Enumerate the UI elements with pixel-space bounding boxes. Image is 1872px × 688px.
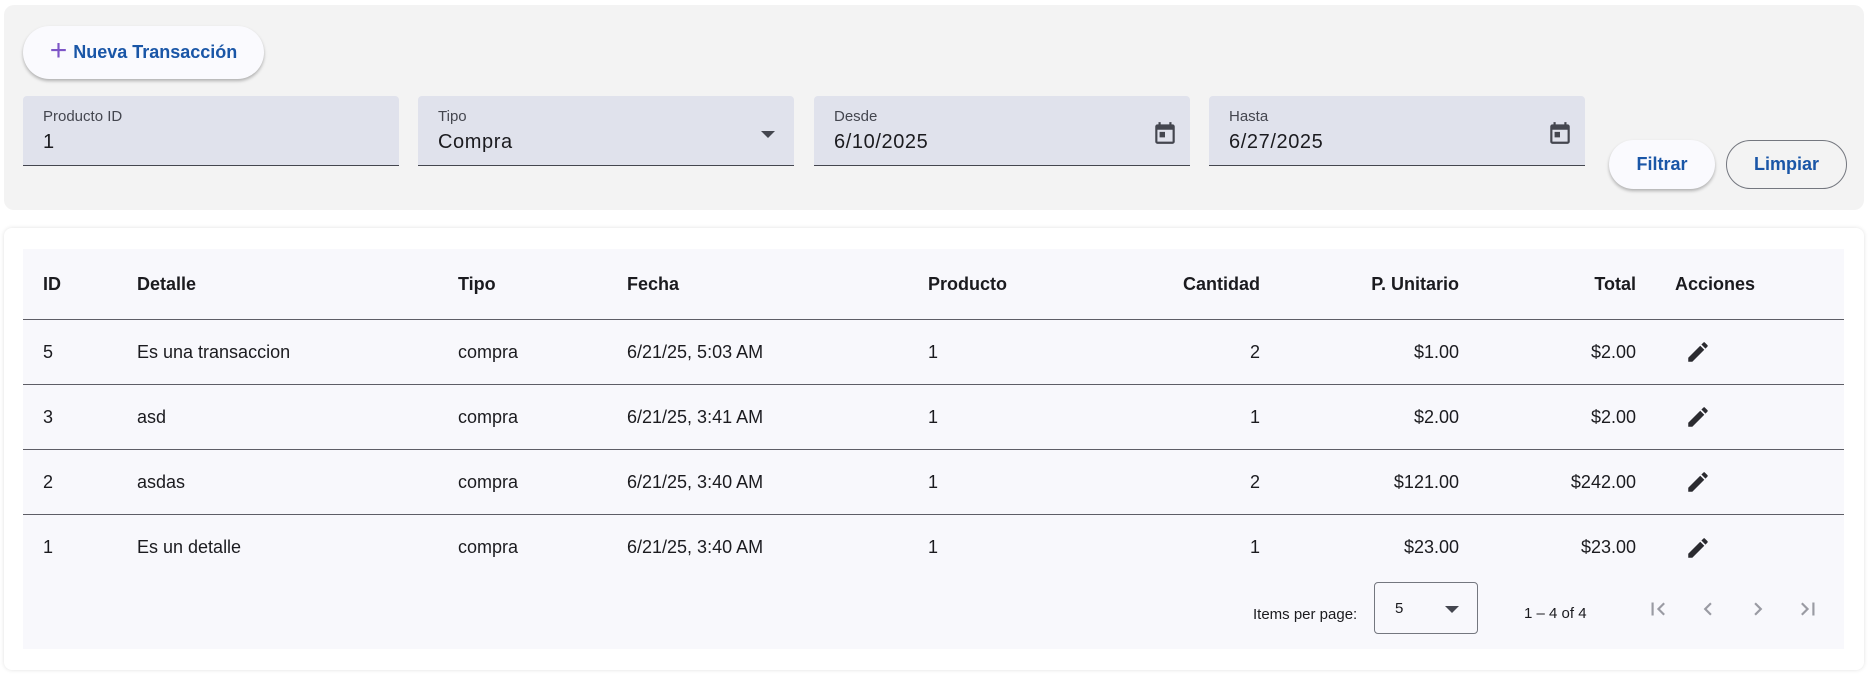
dropdown-arrow-icon — [761, 131, 775, 138]
header-fecha[interactable]: Fecha — [627, 249, 679, 319]
table-row: 1 Es un detalle compra 6/21/25, 3:40 AM … — [23, 515, 1844, 580]
cell-tipo: compra — [458, 406, 519, 427]
table-row: 2 asdas compra 6/21/25, 3:40 AM 1 2 $121… — [23, 450, 1844, 515]
calendar-icon[interactable] — [1547, 120, 1573, 146]
header-tipo[interactable]: Tipo — [458, 249, 496, 319]
producto-id-value: 1 — [43, 131, 55, 153]
header-unitario[interactable]: P. Unitario — [1303, 249, 1459, 319]
transactions-table: ID Detalle Tipo Fecha Producto Cantidad … — [23, 249, 1844, 649]
cell-fecha: 6/21/25, 5:03 AM — [627, 341, 764, 362]
page-range-label: 1 – 4 of 4 — [1524, 605, 1587, 622]
cell-total: $2.00 — [1590, 406, 1636, 427]
last-page-icon — [1801, 602, 1815, 616]
cell-unitario: $1.00 — [1413, 341, 1459, 362]
paginator: Items per page: 5 1 – 4 of 4 — [23, 582, 1844, 649]
cell-fecha: 6/21/25, 3:41 AM — [627, 406, 764, 427]
header-producto[interactable]: Producto — [928, 249, 1007, 319]
page-size-select[interactable]: 5 — [1374, 582, 1478, 634]
cell-unitario: $23.00 — [1403, 537, 1459, 557]
cell-unitario: $121.00 — [1393, 471, 1459, 492]
cell-id: 2 — [43, 471, 54, 492]
cell-acciones — [1683, 450, 1713, 514]
previous-page-button[interactable] — [1694, 595, 1722, 623]
chevron-right-icon — [1754, 602, 1763, 616]
pencil-icon — [1688, 537, 1708, 558]
cell-detalle: asdas — [137, 471, 186, 492]
filter-panel: + Nueva Transacción Producto ID 1 Tipo C… — [4, 5, 1864, 210]
cell-total: $23.00 — [1580, 537, 1636, 557]
cell-detalle: Es un detalle — [137, 537, 242, 557]
first-page-button[interactable] — [1644, 595, 1672, 623]
cell-producto: 1 — [928, 471, 939, 492]
header-cantidad[interactable]: Cantidad — [1123, 249, 1260, 319]
cell-total: $2.00 — [1590, 341, 1636, 362]
cell-tipo: compra — [458, 471, 519, 492]
hasta-label: Hasta — [1229, 108, 1269, 125]
page-size-value: 5 — [1395, 600, 1404, 617]
edit-button[interactable] — [1683, 337, 1713, 367]
new-transaction-button[interactable]: + Nueva Transacción — [23, 26, 264, 79]
cell-cantidad: 1 — [1249, 537, 1260, 557]
header-total[interactable]: Total — [1503, 249, 1636, 319]
cell-cantidad: 2 — [1249, 471, 1260, 492]
table-row: 3 asd compra 6/21/25, 3:41 AM 1 1 $2.00 … — [23, 385, 1844, 450]
desde-date-field[interactable]: Desde 6/10/2025 — [814, 96, 1190, 166]
cell-producto: 1 — [928, 341, 939, 362]
filtrar-button[interactable]: Filtrar — [1609, 140, 1715, 189]
desde-value: 6/10/2025 — [834, 131, 929, 153]
pencil-icon — [1688, 342, 1708, 362]
first-page-icon — [1651, 602, 1665, 616]
cell-producto: 1 — [928, 406, 939, 427]
pencil-icon — [1688, 472, 1708, 492]
desde-label: Desde — [834, 108, 878, 125]
table-row: 5 Es una transaccion compra 6/21/25, 5:0… — [23, 320, 1844, 385]
tipo-value: Compra — [438, 131, 513, 153]
limpiar-button[interactable]: Limpiar — [1726, 140, 1847, 189]
cell-id: 3 — [43, 406, 54, 427]
cell-cantidad: 2 — [1249, 341, 1260, 362]
cell-fecha: 6/21/25, 3:40 AM — [627, 471, 764, 492]
calendar-icon[interactable] — [1152, 120, 1178, 146]
last-page-button[interactable] — [1794, 595, 1822, 623]
cell-acciones — [1683, 515, 1713, 580]
cell-tipo: compra — [458, 341, 519, 362]
pencil-icon — [1688, 407, 1708, 427]
cell-acciones — [1683, 385, 1713, 449]
edit-button[interactable] — [1683, 533, 1713, 563]
cell-tipo: compra — [458, 537, 519, 557]
next-page-button[interactable] — [1744, 595, 1772, 623]
new-transaction-label: Nueva Transacción — [73, 42, 238, 62]
items-per-page-label: Items per page: — [1253, 606, 1358, 623]
cell-detalle: asd — [137, 406, 167, 427]
header-acciones: Acciones — [1675, 273, 1756, 294]
tipo-label: Tipo — [438, 108, 467, 125]
cell-id: 1 — [43, 537, 54, 557]
tipo-select[interactable]: Tipo Compra — [418, 96, 794, 166]
cell-detalle: Es una transaccion — [137, 341, 291, 362]
edit-button[interactable] — [1683, 402, 1713, 432]
cell-total: $242.00 — [1570, 471, 1636, 492]
cell-cantidad: 1 — [1249, 406, 1260, 427]
edit-button[interactable] — [1683, 467, 1713, 497]
cell-acciones — [1683, 320, 1713, 384]
header-id[interactable]: ID — [43, 249, 61, 319]
cell-id: 5 — [43, 341, 54, 362]
dropdown-arrow-icon — [1445, 606, 1459, 613]
cell-producto: 1 — [928, 537, 939, 557]
hasta-date-field[interactable]: Hasta 6/27/2025 — [1209, 96, 1585, 166]
chevron-left-icon — [1703, 602, 1712, 616]
table-header-row: ID Detalle Tipo Fecha Producto Cantidad … — [23, 249, 1844, 320]
plus-icon: + — [49, 34, 68, 67]
producto-id-label: Producto ID — [43, 108, 123, 125]
header-detalle[interactable]: Detalle — [137, 249, 196, 319]
hasta-value: 6/27/2025 — [1229, 131, 1324, 153]
cell-unitario: $2.00 — [1413, 406, 1459, 427]
cell-fecha: 6/21/25, 3:40 AM — [627, 537, 764, 557]
producto-id-field[interactable]: Producto ID 1 — [23, 96, 399, 166]
